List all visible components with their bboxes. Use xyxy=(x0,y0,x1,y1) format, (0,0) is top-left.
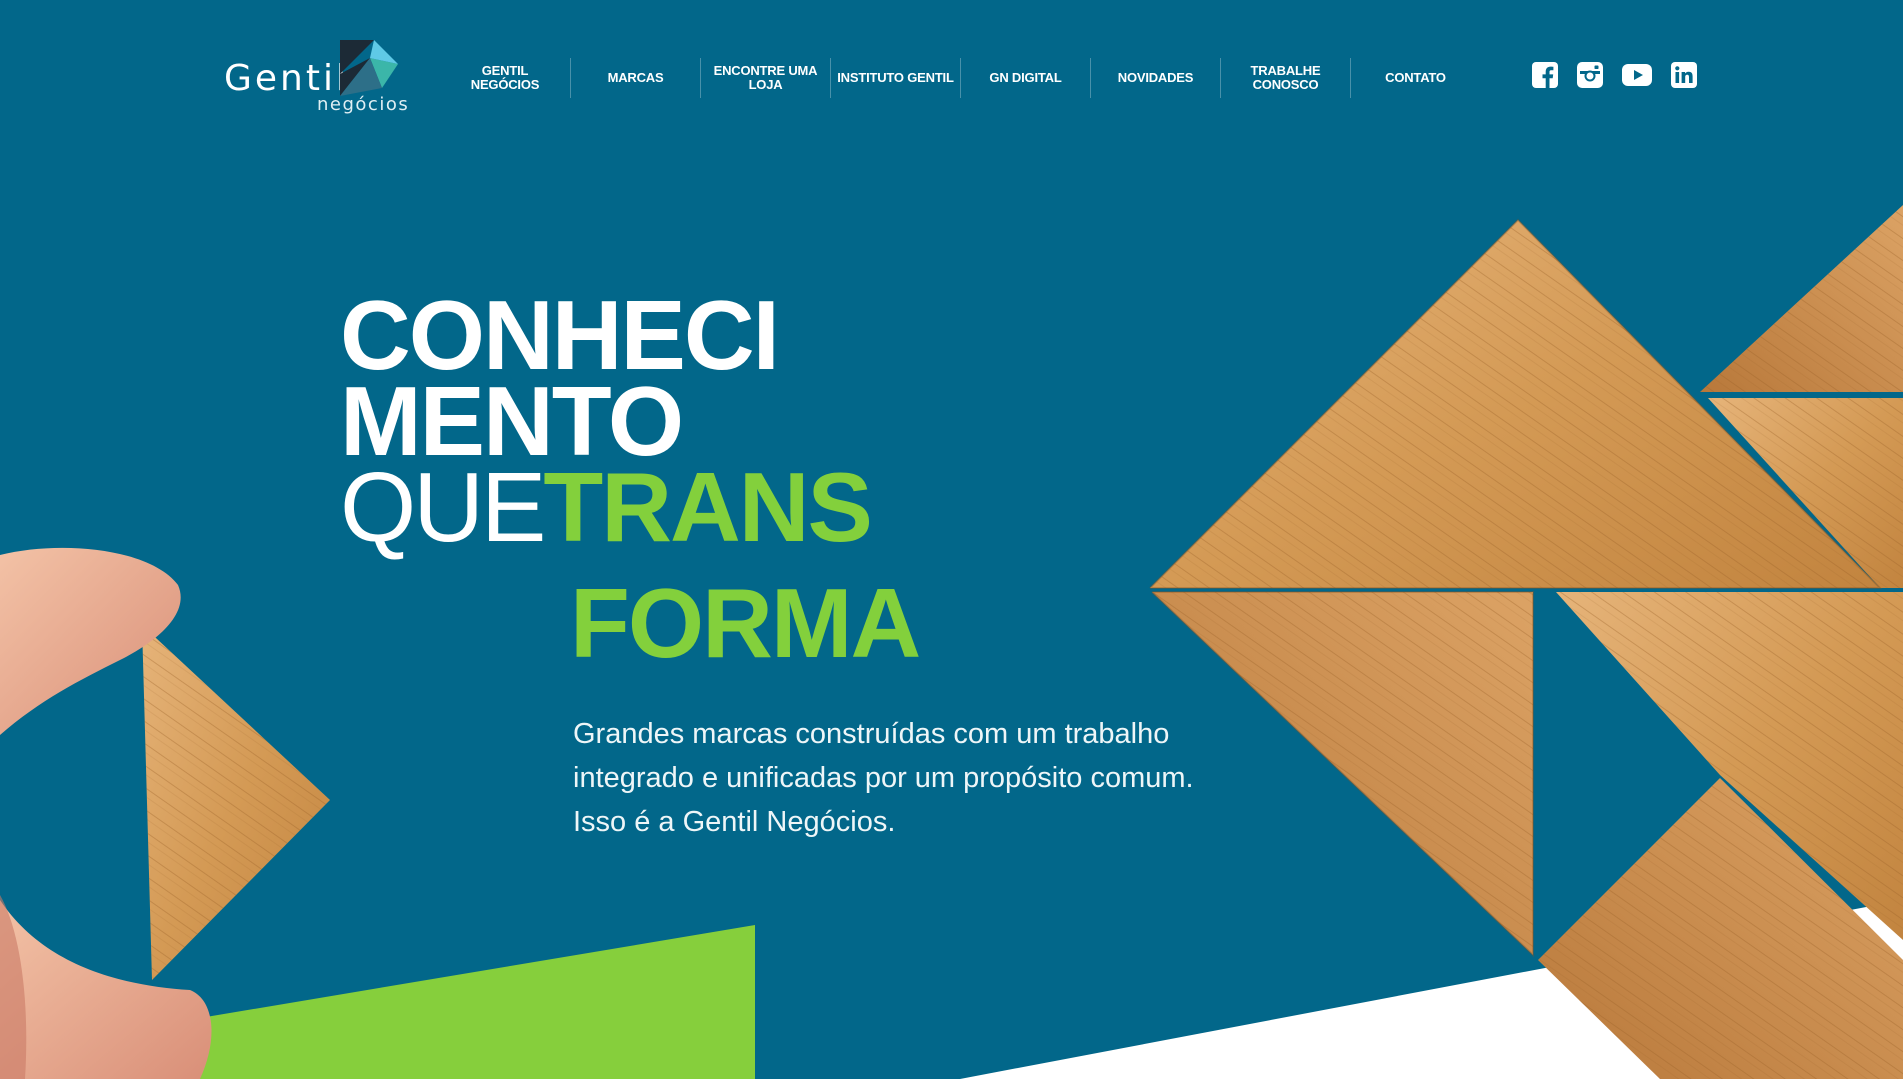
nav-item-contato[interactable]: CONTATO xyxy=(1350,58,1480,98)
headline-line-3: QUETRANS xyxy=(340,458,919,580)
main-navigation: GENTIL NEGÓCIOS MARCAS ENCONTRE UMA LOJA… xyxy=(440,58,1480,98)
linkedin-icon[interactable] xyxy=(1671,62,1697,88)
nav-item-instituto-gentil[interactable]: INSTITUTO GENTIL xyxy=(830,58,960,98)
hero-headline: CONHECI MENTO QUETRANS FORMA xyxy=(340,286,921,678)
logo-subtitle: negócios xyxy=(317,94,410,115)
logo-wordmark: Gentil xyxy=(224,58,349,99)
green-block-shape xyxy=(200,925,755,1079)
hand-with-wood-piece xyxy=(0,547,330,1079)
youtube-icon[interactable] xyxy=(1622,64,1652,86)
headline-que: QUE xyxy=(340,452,546,562)
logo-mark-icon xyxy=(340,40,398,96)
headline-trans: TRANS xyxy=(543,452,873,562)
site-header: Gentil negócios GENTIL NEGÓCIOS MARCAS E… xyxy=(0,0,1903,150)
headline-forma: FORMA xyxy=(570,568,921,678)
wooden-tangram-pieces xyxy=(1149,205,1903,1079)
hero-background-art xyxy=(0,205,1903,1079)
nav-item-marcas[interactable]: MARCAS xyxy=(570,58,700,98)
nav-item-trabalhe-conosco[interactable]: TRABALHE CONOSCO xyxy=(1220,58,1350,98)
nav-item-novidades[interactable]: NOVIDADES xyxy=(1090,58,1220,98)
nav-item-gentil-negocios[interactable]: GENTIL NEGÓCIOS xyxy=(440,58,570,98)
nav-item-encontre-uma-loja[interactable]: ENCONTRE UMA LOJA xyxy=(700,58,830,98)
social-links xyxy=(1532,62,1697,88)
nav-item-gn-digital[interactable]: GN DIGITAL xyxy=(960,58,1090,98)
instagram-icon[interactable] xyxy=(1577,62,1603,88)
facebook-icon[interactable] xyxy=(1532,62,1558,88)
brand-logo[interactable]: Gentil negócios xyxy=(222,38,408,120)
hero-description: Grandes marcas construídas com um trabal… xyxy=(573,718,1194,838)
page: Gentil negócios GENTIL NEGÓCIOS MARCAS E… xyxy=(0,0,1903,1079)
